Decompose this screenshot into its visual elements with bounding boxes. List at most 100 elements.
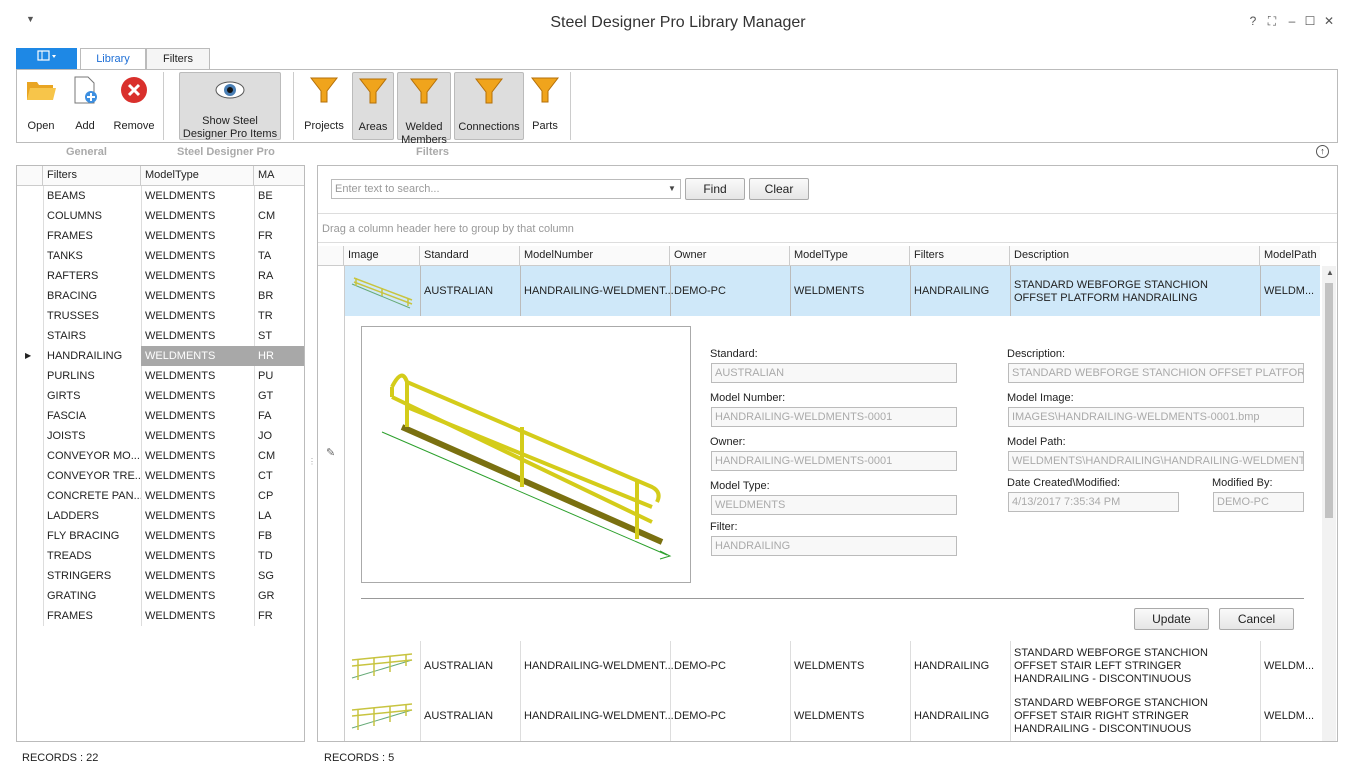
eye-icon	[215, 81, 245, 99]
list-item[interactable]: FRAMES WELDMENTS FR	[17, 226, 304, 246]
filter-cell: RAFTERS	[47, 270, 99, 282]
scrollbar-thumb[interactable]	[1325, 283, 1333, 518]
list-item[interactable]: STRINGERS WELDMENTS SG	[17, 566, 304, 586]
left-records-count: RECORDS : 22	[22, 752, 99, 764]
column-header-modeltype[interactable]: ModelType	[790, 246, 910, 266]
search-input[interactable]: Enter text to search...	[331, 179, 681, 199]
modified-by-field[interactable]: DEMO-PC	[1213, 492, 1304, 512]
show-sdp-label-1: Show Steel	[202, 115, 258, 127]
column-header-filters[interactable]: Filters	[43, 166, 141, 186]
date-label: Date Created\Modified:	[1007, 477, 1121, 489]
ma-cell: BE	[258, 190, 273, 202]
list-item[interactable]: PURLINS WELDMENTS PU	[17, 366, 304, 386]
group-by-panel[interactable]: Drag a column header here to group by th…	[318, 213, 1337, 243]
projects-filter-button[interactable]: Projects	[303, 74, 345, 133]
column-header-image[interactable]: Image	[344, 246, 420, 266]
model-path-field[interactable]: WELDMENTS\HANDRAILING\HANDRAILING-WELDME…	[1008, 451, 1304, 471]
column-header-owner[interactable]: Owner	[670, 246, 790, 266]
list-item[interactable]: FLY BRACING WELDMENTS FB	[17, 526, 304, 546]
show-sdp-items-button[interactable]: Show Steel Designer Pro Items	[179, 72, 281, 140]
remove-button[interactable]: Remove	[113, 74, 155, 133]
column-header-modeltype[interactable]: ModelType	[141, 166, 254, 186]
row-filters: HANDRAILING	[914, 710, 990, 722]
date-field[interactable]: 4/13/2017 7:35:34 PM	[1008, 492, 1179, 512]
connections-filter-button[interactable]: Connections	[454, 72, 524, 140]
list-item[interactable]: TRUSSES WELDMENTS TR	[17, 306, 304, 326]
row-modelnumber: HANDRAILING-WELDMENT...	[524, 285, 674, 297]
list-item[interactable]: CONCRETE PAN... WELDMENTS CP	[17, 486, 304, 506]
folder-icon	[27, 82, 56, 100]
list-item[interactable]: GIRTS WELDMENTS GT	[17, 386, 304, 406]
list-item[interactable]: BRACING WELDMENTS BR	[17, 286, 304, 306]
search-dropdown-icon[interactable]: ▼	[668, 184, 676, 193]
model-type-field[interactable]: WELDMENTS	[711, 495, 957, 515]
list-item[interactable]: BEAMS WELDMENTS BE	[17, 186, 304, 206]
model-image-label: Model Image:	[1007, 392, 1074, 404]
list-item[interactable]: COLUMNS WELDMENTS CM	[17, 206, 304, 226]
row-modeltype: WELDMENTS	[794, 660, 865, 672]
open-button[interactable]: Open	[23, 74, 59, 133]
modeltype-cell: WELDMENTS	[145, 510, 216, 522]
standard-field[interactable]: AUSTRALIAN	[711, 363, 957, 383]
list-item[interactable]: TANKS WELDMENTS TA	[17, 246, 304, 266]
description-field[interactable]: STANDARD WEBFORGE STANCHION OFFSET PLATF…	[1008, 363, 1304, 383]
funnel-icon	[409, 78, 439, 104]
filter-cell: HANDRAILING	[47, 350, 123, 362]
model-image-field[interactable]: IMAGES\HANDRAILING-WELDMENTS-0001.bmp	[1008, 407, 1304, 427]
column-header-filters[interactable]: Filters	[910, 246, 1010, 266]
row-indicator-header	[17, 166, 43, 186]
clear-button[interactable]: Clear	[749, 178, 809, 200]
column-header-description[interactable]: Description	[1010, 246, 1260, 266]
update-button[interactable]: Update	[1134, 608, 1209, 630]
row-modeltype: WELDMENTS	[794, 285, 865, 297]
funnel-icon	[358, 78, 388, 104]
filter-field[interactable]: HANDRAILING	[711, 536, 957, 556]
close-icon[interactable]: ✕	[1321, 14, 1337, 28]
column-header-modelpath[interactable]: ModelPath	[1260, 246, 1320, 266]
list-item[interactable]: STAIRS WELDMENTS ST	[17, 326, 304, 346]
column-header-ma[interactable]: MA	[254, 166, 304, 186]
help-icon[interactable]: ?	[1245, 14, 1261, 28]
tab-library[interactable]: Library	[80, 48, 146, 70]
tab-filters[interactable]: Filters	[146, 48, 210, 70]
handrail-model-image	[381, 373, 672, 560]
areas-filter-button[interactable]: Areas	[352, 72, 394, 140]
row-indicator-header	[318, 246, 344, 266]
add-file-icon	[74, 76, 97, 104]
welded-members-filter-button[interactable]: Welded Members	[397, 72, 451, 146]
list-item[interactable]: LADDERS WELDMENTS LA	[17, 506, 304, 526]
maximize-icon[interactable]: ☐	[1302, 14, 1318, 28]
row-modelpath: WELDM...	[1264, 285, 1315, 297]
list-item[interactable]: ▶ HANDRAILING WELDMENTS HR	[17, 346, 304, 366]
cancel-button[interactable]: Cancel	[1219, 608, 1294, 630]
add-button[interactable]: Add	[69, 74, 101, 133]
modeltype-cell: WELDMENTS	[145, 250, 216, 262]
modeltype-cell: WELDMENTS	[145, 270, 216, 282]
list-item[interactable]: CONVEYOR MO... WELDMENTS CM	[17, 446, 304, 466]
list-item[interactable]: CONVEYOR TRE... WELDMENTS CT	[17, 466, 304, 486]
column-header-modelnumber[interactable]: ModelNumber	[520, 246, 670, 266]
list-item[interactable]: FRAMES WELDMENTS FR	[17, 606, 304, 626]
model-number-field[interactable]: HANDRAILING-WELDMENTS-0001	[711, 407, 957, 427]
list-item[interactable]: RAFTERS WELDMENTS RA	[17, 266, 304, 286]
row-modeltype: WELDMENTS	[794, 710, 865, 722]
modeltype-cell: WELDMENTS	[145, 590, 216, 602]
row-description: STANDARD WEBFORGE STANCHION OFFSET STAIR…	[1014, 647, 1208, 685]
row-modelnumber: HANDRAILING-WELDMENT...	[524, 710, 674, 722]
find-button[interactable]: Find	[685, 178, 745, 200]
scroll-up-icon[interactable]: ▲	[1326, 268, 1334, 277]
splitter-grip[interactable]: ⋮	[308, 458, 316, 466]
list-item[interactable]: TREADS WELDMENTS TD	[17, 546, 304, 566]
owner-field[interactable]: HANDRAILING-WELDMENTS-0001	[711, 451, 957, 471]
stair-handrail-thumbnail-image	[351, 653, 413, 680]
collapse-ribbon-icon[interactable]: ↑	[1316, 145, 1329, 158]
list-item[interactable]: JOISTS WELDMENTS JO	[17, 426, 304, 446]
column-header-standard[interactable]: Standard	[420, 246, 520, 266]
minimize-icon[interactable]: –	[1284, 14, 1300, 28]
fullscreen-icon[interactable]: ⛶	[1264, 14, 1280, 29]
list-item[interactable]: FASCIA WELDMENTS FA	[17, 406, 304, 426]
parts-filter-button[interactable]: Parts	[529, 74, 561, 133]
file-menu-button[interactable]	[16, 48, 77, 70]
modified-by-label: Modified By:	[1212, 477, 1273, 489]
list-item[interactable]: GRATING WELDMENTS GR	[17, 586, 304, 606]
